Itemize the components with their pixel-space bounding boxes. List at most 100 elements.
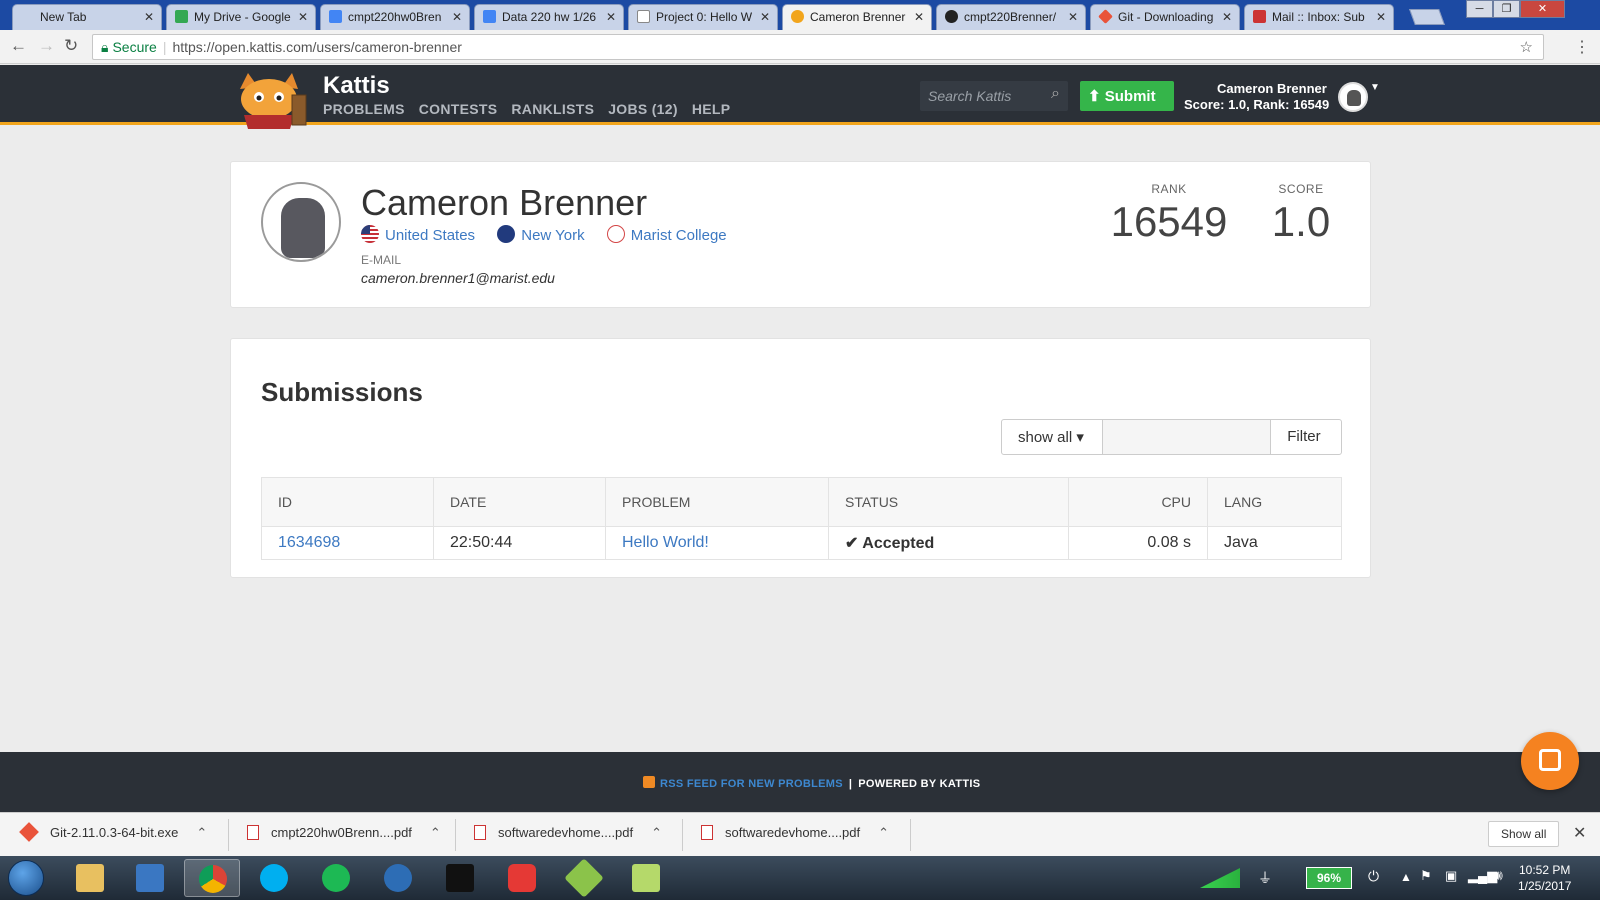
bookmark-star-icon[interactable]: ☆ bbox=[1520, 38, 1533, 56]
reload-icon[interactable]: ↻ bbox=[64, 36, 78, 56]
signal-strength-icon[interactable] bbox=[1200, 868, 1240, 888]
maximize-button[interactable]: ❐ bbox=[1493, 0, 1520, 18]
browser-tab[interactable]: Project 0: Hello W ✕ bbox=[628, 4, 778, 30]
action-center-flag-icon[interactable]: ⚑ bbox=[1420, 868, 1432, 884]
browser-tab[interactable]: cmpt220hw0Bren ✕ bbox=[320, 4, 470, 30]
submit-button[interactable]: ⬆ Submit bbox=[1080, 81, 1174, 111]
chevron-up-icon[interactable]: ⌃ bbox=[878, 825, 889, 840]
windows-start-button[interactable] bbox=[8, 860, 44, 896]
tab-close-icon[interactable]: ✕ bbox=[1068, 10, 1078, 24]
chevron-up-icon[interactable]: ⌃ bbox=[430, 825, 441, 840]
taskbar-app[interactable] bbox=[618, 859, 674, 897]
taskbar-app[interactable] bbox=[556, 858, 612, 898]
taskbar-app[interactable] bbox=[122, 859, 178, 897]
browser-tab[interactable]: Mail :: Inbox: Sub ✕ bbox=[1244, 4, 1394, 30]
chevron-up-icon[interactable]: ⌃ bbox=[651, 825, 662, 840]
close-window-button[interactable]: ✕ bbox=[1520, 0, 1565, 18]
browser-tab[interactable]: My Drive - Google ✕ bbox=[166, 4, 316, 30]
system-clock[interactable]: 10:52 PM 1/25/2017 bbox=[1518, 862, 1571, 894]
tab-close-icon[interactable]: ✕ bbox=[760, 10, 770, 24]
filter-button[interactable]: Filter bbox=[1271, 420, 1341, 454]
show-all-downloads-button[interactable]: Show all bbox=[1488, 821, 1560, 847]
powered-by[interactable]: POWERED BY KATTIS bbox=[858, 778, 980, 790]
tab-close-icon[interactable]: ✕ bbox=[144, 10, 154, 24]
chevron-up-icon[interactable]: ⌃ bbox=[196, 825, 207, 840]
table-row: 1634698 22:50:44 Hello World! ✔ Accepted… bbox=[261, 526, 1342, 560]
taskbar-app[interactable] bbox=[494, 859, 550, 897]
tab-close-icon[interactable]: ✕ bbox=[452, 10, 462, 24]
kattis-brand[interactable]: Kattis bbox=[323, 72, 390, 100]
power-plug-icon[interactable]: ⏻ bbox=[1368, 868, 1379, 885]
menu-kebab-icon[interactable]: ⋮ bbox=[1574, 37, 1590, 57]
browser-tab[interactable]: New Tab ✕ bbox=[12, 4, 162, 30]
taskbar-cmd[interactable] bbox=[432, 859, 488, 897]
nav-contests[interactable]: CONTESTS bbox=[419, 101, 498, 117]
chevron-down-icon[interactable]: ▼ bbox=[1370, 82, 1380, 93]
nav-ranklists[interactable]: RANKLISTS bbox=[511, 101, 594, 117]
github-icon bbox=[945, 10, 958, 23]
submission-id-cell: 1634698 bbox=[261, 526, 434, 560]
problem-link[interactable]: Hello World! bbox=[622, 534, 709, 551]
search-icon[interactable]: ⌕ bbox=[1051, 85, 1060, 103]
browser-tab[interactable]: Git - Downloading ✕ bbox=[1090, 4, 1240, 30]
tab-close-icon[interactable]: ✕ bbox=[1376, 10, 1386, 24]
rss-link[interactable]: RSS FEED FOR NEW PROBLEMS bbox=[660, 778, 843, 790]
pdf-icon bbox=[701, 825, 713, 840]
download-item[interactable]: cmpt220hw0Brenn....pdf ⌃ bbox=[247, 825, 441, 841]
taskbar-explorer[interactable] bbox=[62, 859, 118, 897]
school-link[interactable]: Marist College bbox=[606, 225, 727, 244]
nav-help[interactable]: HELP bbox=[692, 101, 731, 117]
chat-widget-button[interactable] bbox=[1521, 732, 1579, 790]
country-link[interactable]: United States bbox=[361, 225, 475, 244]
r-language-icon bbox=[384, 864, 412, 892]
tab-close-icon[interactable]: ✕ bbox=[914, 10, 924, 24]
minimize-button[interactable]: ─ bbox=[1466, 0, 1493, 18]
download-item[interactable]: softwaredevhome....pdf ⌃ bbox=[474, 825, 662, 841]
taskbar-spotify[interactable] bbox=[308, 859, 364, 897]
kattis-logo-icon[interactable] bbox=[230, 71, 310, 129]
download-item[interactable]: softwaredevhome....pdf ⌃ bbox=[701, 825, 889, 841]
app-icon bbox=[136, 864, 164, 892]
close-download-bar-icon[interactable]: ✕ bbox=[1573, 823, 1586, 843]
new-tab-button[interactable] bbox=[1409, 9, 1445, 25]
tab-close-icon[interactable]: ✕ bbox=[298, 10, 308, 24]
table-header-row: ID DATE PROBLEM STATUS CPU LANG bbox=[261, 477, 1342, 527]
rss-icon bbox=[643, 776, 655, 788]
user-avatar[interactable] bbox=[1338, 82, 1368, 112]
filter-input[interactable] bbox=[1102, 420, 1272, 454]
network-icon[interactable]: ▂▄▆ bbox=[1468, 868, 1497, 884]
user-summary[interactable]: Cameron Brenner Score: 1.0, Rank: 16549 bbox=[1184, 81, 1329, 113]
search-input[interactable]: Search Kattis ⌕ bbox=[920, 81, 1068, 111]
tab-close-icon[interactable]: ✕ bbox=[606, 10, 616, 24]
browser-tab[interactable]: cmpt220Brenner/ ✕ bbox=[936, 4, 1086, 30]
battery-indicator[interactable]: 96% bbox=[1306, 867, 1352, 889]
col-lang: LANG bbox=[1207, 477, 1342, 527]
region-link[interactable]: New York bbox=[497, 225, 585, 244]
download-item[interactable]: Git-2.11.0.3-64-bit.exe ⌃ bbox=[19, 822, 207, 842]
score-value: 1.0 bbox=[1271, 198, 1331, 245]
volume-icon[interactable]: 🔊︎ bbox=[1494, 867, 1503, 884]
app-icon bbox=[564, 858, 604, 898]
address-bar[interactable]: 🔒︎ Secure | https://open.kattis.com/users/c… bbox=[92, 34, 1544, 60]
taskbar-skype[interactable] bbox=[246, 859, 302, 897]
submission-id-link[interactable]: 1634698 bbox=[278, 534, 340, 551]
forward-arrow-icon[interactable]: → bbox=[38, 36, 55, 56]
nav-jobs[interactable]: JOBS (12) bbox=[608, 101, 678, 117]
browser-tab-active[interactable]: Cameron Brenner ✕ bbox=[782, 4, 932, 31]
tab-close-icon[interactable]: ✕ bbox=[1222, 10, 1232, 24]
antenna-icon[interactable]: ⏚ bbox=[1258, 868, 1272, 888]
browser-tab-strip: New Tab ✕ My Drive - Google ✕ cmpt220hw0Br… bbox=[0, 0, 1600, 31]
document-icon bbox=[637, 10, 650, 23]
device-icon[interactable]: ▣ bbox=[1445, 868, 1457, 884]
google-drive-icon bbox=[175, 10, 188, 23]
region-label: New York bbox=[521, 227, 585, 244]
browser-tab[interactable]: Data 220 hw 1/26 ✕ bbox=[474, 4, 624, 30]
submit-label: Submit bbox=[1104, 88, 1156, 105]
taskbar-chrome[interactable] bbox=[184, 859, 240, 897]
nav-problems[interactable]: PROBLEMS bbox=[323, 101, 405, 117]
tray-expand-icon[interactable]: ▲ bbox=[1400, 870, 1412, 884]
browser-toolbar: ← → ↻ 🔒︎ Secure | https://open.kattis.com/u… bbox=[0, 30, 1600, 64]
filter-dropdown[interactable]: show all ▾ bbox=[1002, 420, 1103, 454]
taskbar-r[interactable] bbox=[370, 859, 426, 897]
back-arrow-icon[interactable]: ← bbox=[10, 36, 27, 56]
